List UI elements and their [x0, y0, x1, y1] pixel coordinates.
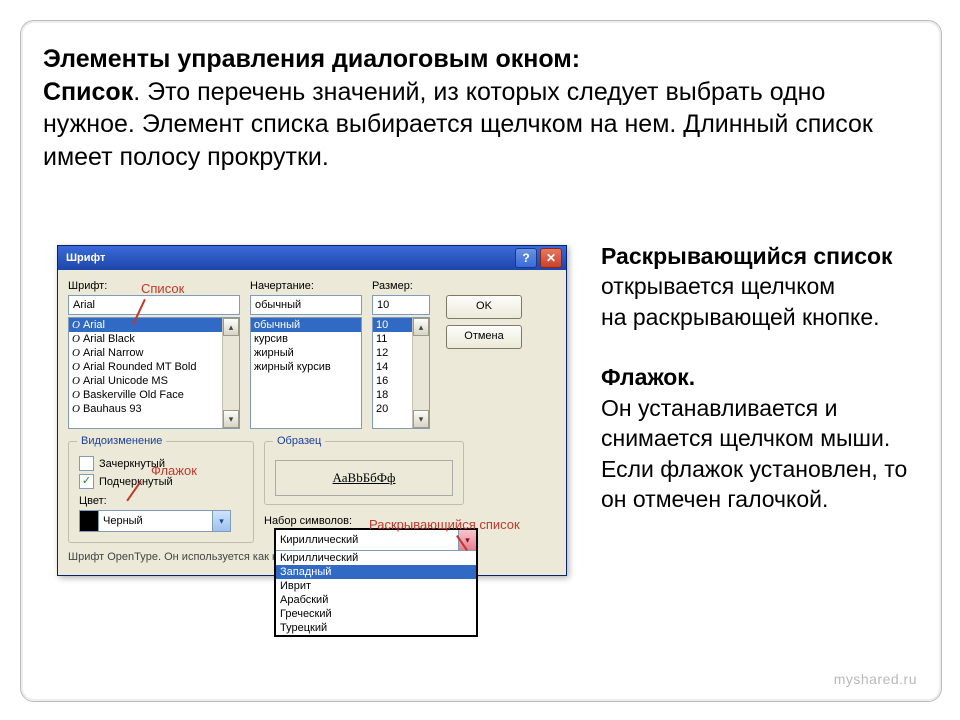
buttons-column: OK Отмена — [440, 280, 522, 429]
close-button[interactable]: ✕ — [540, 248, 562, 268]
underline-check-row[interactable]: ✓ Подчеркнутый — [79, 474, 243, 489]
style-label: Начертание: — [250, 280, 362, 292]
list-item[interactable]: жирный — [251, 346, 361, 360]
style-input[interactable]: обычный — [250, 295, 362, 315]
heading-line2-rest: . Это перечень значений, из которых след… — [43, 78, 873, 171]
slide-frame: Элементы управления диалоговым окном: Сп… — [20, 20, 942, 702]
list-item[interactable]: Кириллический — [276, 551, 476, 565]
dialog-title: Шрифт — [66, 252, 105, 264]
list-item[interactable]: курсив — [251, 332, 361, 346]
sample-group: Образец АаBbБбФф — [264, 441, 464, 505]
size-column: Размер: 10 10 11 12 14 16 18 20 ▴ ▾ — [372, 280, 430, 429]
font-column: Шрифт: Arial OArial OArial Black OArial … — [68, 280, 240, 429]
strike-checkbox[interactable] — [79, 456, 94, 471]
strike-check-row[interactable]: Зачеркнутый — [79, 456, 243, 471]
cancel-button[interactable]: Отмена — [446, 325, 522, 349]
font-dialog: Шрифт ? ✕ Шрифт: Arial OArial OArial Bla… — [57, 245, 567, 576]
charset-dropdown-open[interactable]: Кириллический ▾ Кириллический Западный И… — [274, 528, 478, 637]
heading-text: Элементы управления диалоговым окном: Сп… — [21, 21, 941, 173]
scroll-down-icon[interactable]: ▾ — [413, 410, 429, 428]
style-column: Начертание: обычный обычный курсив жирны… — [250, 280, 362, 429]
list-item[interactable]: Греческий — [276, 607, 476, 621]
charset-selected: Кириллический — [276, 530, 458, 550]
color-dropdown[interactable]: Черный ▾ — [79, 510, 231, 532]
list-item[interactable]: OArial Rounded MT Bold — [69, 360, 239, 374]
chevron-down-icon[interactable]: ▾ — [458, 530, 476, 550]
list-item[interactable]: OArial Black — [69, 332, 239, 346]
size-label: Размер: — [372, 280, 430, 292]
list-item[interactable]: Западный — [276, 565, 476, 579]
color-value: Черный — [99, 511, 212, 531]
style-listbox[interactable]: обычный курсив жирный жирный курсив — [250, 317, 362, 429]
size-input[interactable]: 10 — [372, 295, 430, 315]
help-button[interactable]: ? — [515, 248, 537, 268]
sample-text: АаBbБбФф — [275, 460, 453, 496]
list-item[interactable]: жирный курсив — [251, 360, 361, 374]
titlebar[interactable]: Шрифт ? ✕ — [58, 246, 566, 270]
list-item[interactable]: Иврит — [276, 579, 476, 593]
color-swatch — [80, 511, 99, 531]
list-item[interactable]: OBaskerville Old Face — [69, 388, 239, 402]
strike-label: Зачеркнутый — [99, 458, 165, 470]
right-explanation: Раскрывающийся список открывается щелчко… — [601, 241, 921, 514]
list-item[interactable]: Арабский — [276, 593, 476, 607]
list-item[interactable]: OBauhaus 93 — [69, 402, 239, 416]
watermark: myshared.ru — [834, 671, 917, 687]
size-scrollbar[interactable]: ▴ ▾ — [412, 318, 429, 428]
list-item[interactable]: OArial Unicode MS — [69, 374, 239, 388]
right-p1-rest: открывается щелчком — [601, 273, 835, 299]
right-p2-rest: Он устанавливается и снимается щелчком м… — [601, 395, 907, 512]
scroll-up-icon[interactable]: ▴ — [413, 318, 429, 336]
effects-legend: Видоизменение — [77, 435, 166, 447]
heading-line1: Элементы управления диалоговым окном: — [43, 45, 580, 73]
heading-line2-bold: Список — [43, 78, 133, 106]
list-item[interactable]: обычный — [251, 318, 361, 332]
ok-button[interactable]: OK — [446, 295, 522, 319]
underline-label: Подчеркнутый — [99, 476, 173, 488]
font-label: Шрифт: — [68, 280, 240, 292]
font-listbox[interactable]: OArial OArial Black OArial Narrow OArial… — [68, 317, 240, 429]
list-item[interactable]: Турецкий — [276, 621, 476, 635]
font-input[interactable]: Arial — [68, 295, 240, 315]
right-p1-bold: Раскрывающийся список — [601, 243, 893, 269]
right-p2-bold: Флажок. — [601, 364, 695, 390]
scroll-down-icon[interactable]: ▾ — [223, 410, 239, 428]
sample-legend: Образец — [273, 435, 325, 447]
font-scrollbar[interactable]: ▴ ▾ — [222, 318, 239, 428]
scroll-up-icon[interactable]: ▴ — [223, 318, 239, 336]
list-item[interactable]: OArial — [69, 318, 239, 332]
color-label: Цвет: — [79, 495, 243, 507]
charset-label: Набор символов: — [264, 515, 464, 527]
list-item[interactable]: OArial Narrow — [69, 346, 239, 360]
size-listbox[interactable]: 10 11 12 14 16 18 20 ▴ ▾ — [372, 317, 430, 429]
underline-checkbox[interactable]: ✓ — [79, 474, 94, 489]
chevron-down-icon[interactable]: ▾ — [212, 511, 230, 531]
right-p1-line2: на раскрывающей кнопке. — [601, 304, 880, 330]
effects-group: Видоизменение Зачеркнутый ✓ Подчеркнутый… — [68, 441, 254, 543]
